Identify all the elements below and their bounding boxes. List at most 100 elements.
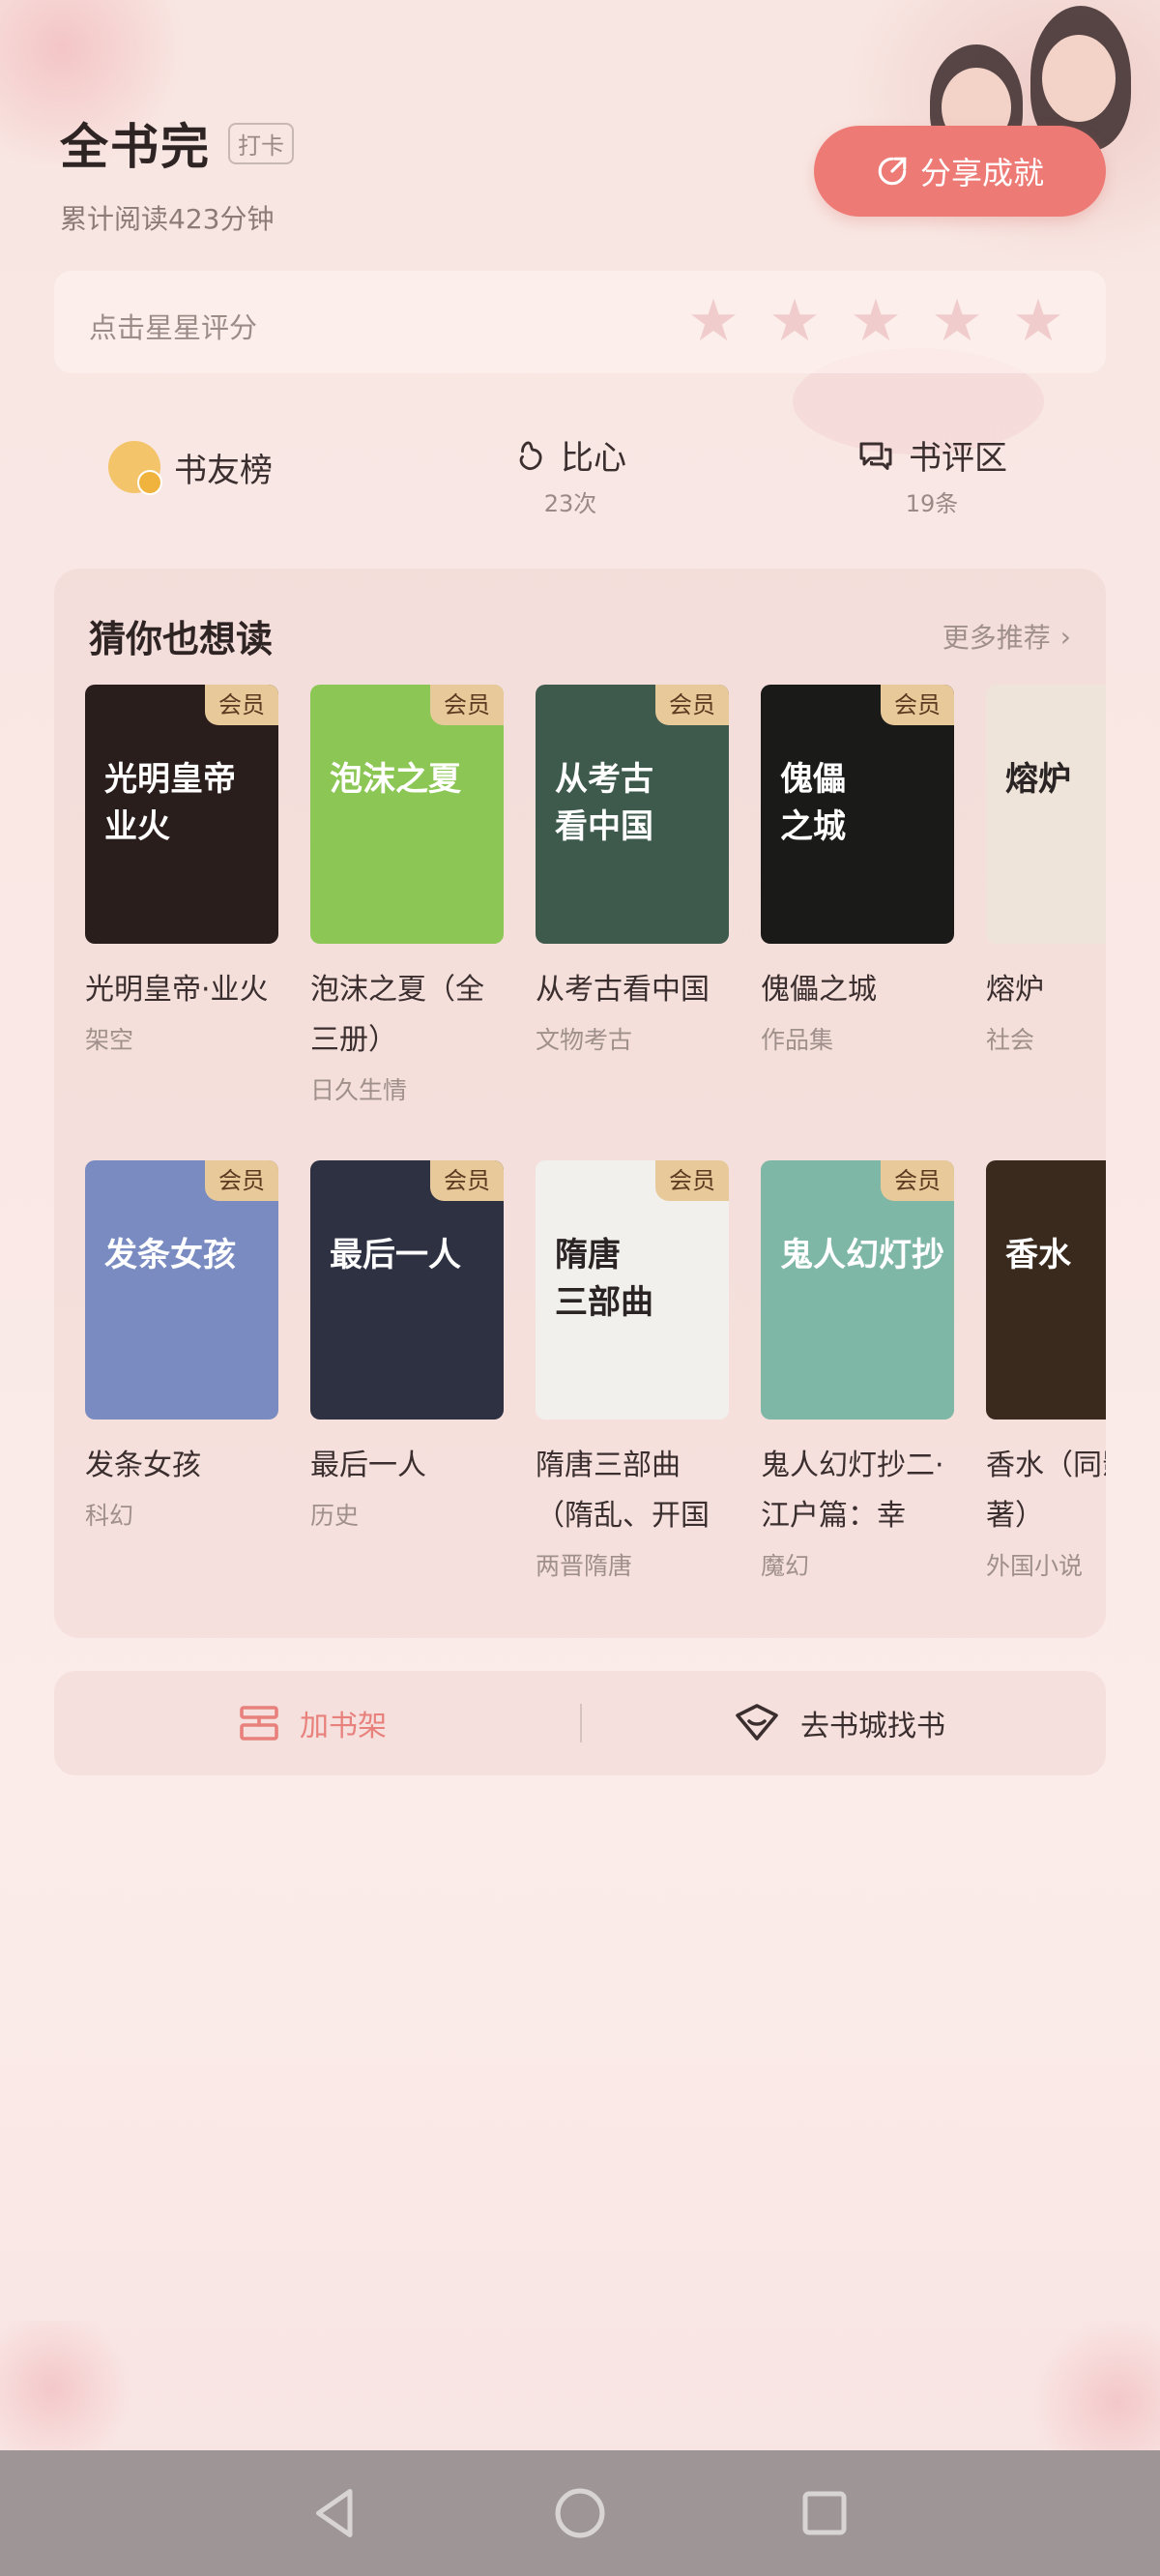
go-to-bookstore-button[interactable]: 去书城找书 [731,1671,945,1775]
member-badge: 会员 [205,685,278,725]
book-cover[interactable]: 隋唐 三部曲 会员 [536,1160,729,1420]
book-category: 两晋隋唐 [536,1552,633,1580]
reviews-label: 书评区 [909,439,1007,478]
book-item[interactable]: 隋唐 三部曲 会员隋唐三部曲（隋乱、开国两晋隋唐 [536,1160,729,1582]
book-cover-title: 光明皇帝 业火 [104,760,236,846]
member-badge: 会员 [430,685,504,725]
member-badge: 会员 [881,685,954,725]
recents-icon[interactable] [796,2484,854,2542]
checkin-badge[interactable]: 打卡 [228,122,294,164]
book-cover[interactable]: 发条女孩 会员 [85,1160,278,1420]
book-category: 文物考古 [536,1026,633,1054]
book-title: 最后一人 [310,1449,426,1482]
star-icon[interactable]: ★ [684,292,742,350]
go-to-bookstore-label: 去书城找书 [800,1710,945,1743]
star-icon[interactable]: ★ [928,292,986,350]
book-title: 发条女孩 [85,1449,201,1482]
system-navigation-bar [0,2450,1160,2576]
book-cover[interactable]: 香水 [986,1160,1106,1420]
member-badge: 会员 [881,1160,954,1201]
likes-label: 比心 [561,439,626,478]
book-item[interactable]: 发条女孩 会员发条女孩科幻 [85,1160,278,1532]
reviews-count: 19条 [905,490,959,517]
share-button-label: 分享成就 [919,155,1044,191]
star-icon[interactable]: ★ [766,292,824,350]
action-divider [580,1704,582,1742]
book-category: 魔幻 [761,1552,810,1580]
reviews-entry[interactable]: 书评区 19条 [856,431,1007,518]
recommendation-card: 猜你也想读 更多推荐 › 光明皇帝 业火 会员 光明皇帝·业火 架空 泡沫之夏 会员 泡沫之… [54,569,1106,1638]
star-icon[interactable]: ★ [1009,292,1067,350]
book-category: 日久生情 [310,1076,408,1104]
comment-icon [859,442,892,470]
book-title: 从考古看中国 [536,973,710,1007]
book-item[interactable]: 光明皇帝 业火 会员光明皇帝·业火架空 [85,685,278,1056]
book-item[interactable]: 从考古 看中国 会员从考古看中国文物考古 [536,685,729,1056]
recommendation-title: 猜你也想读 [89,618,274,660]
member-badge: 会员 [205,1160,278,1201]
book-cover[interactable]: 泡沫之夏 会员 [310,685,504,944]
member-badge: 会员 [655,1160,729,1201]
bottom-action-bar: 加书架 去书城找书 [54,1671,1106,1775]
rating-hint: 点击星星评分 [89,311,258,344]
likes-count: 23次 [543,490,597,517]
back-icon[interactable] [306,2484,364,2542]
book-cover-title: 傀儡 之城 [780,760,846,846]
book-item[interactable]: 最后一人 会员 最后一人 历史 [310,1160,504,1532]
book-title: 香水（同影原著） [986,1449,1106,1533]
book-cover-title: 隋唐 三部曲 [555,1236,653,1322]
friends-rank-label: 书友榜 [174,451,273,490]
home-icon[interactable] [551,2484,609,2542]
book-cover-title: 熔炉 [1005,760,1071,799]
book-cover-title: 从考古 看中国 [555,760,653,846]
friends-rank-avatar-icon [108,441,162,495]
book-title: 隋唐三部曲（隋乱、开国 [536,1449,710,1533]
book-item[interactable]: 香水香水（同影原著） 外国小说 [986,1160,1106,1582]
book-item[interactable]: 泡沫之夏 会员泡沫之夏（全三册） 日久生情 [310,685,504,1106]
bottom-flower-decoration [1025,2321,1160,2456]
chevron-right-icon: › [1059,620,1071,653]
book-item[interactable]: 鬼人幻灯抄 会员鬼人幻灯抄二·江户篇：幸魔幻 [761,1160,954,1582]
book-category: 社会 [986,1026,1035,1054]
header-title-row: 全书完 打卡 [60,108,294,178]
book-category: 科幻 [85,1502,134,1530]
bookshelf-icon [240,1706,278,1741]
more-recommendations-label: 更多推荐 [942,622,1051,654]
book-cover[interactable]: 光明皇帝 业火 会员 [85,685,278,944]
book-cover[interactable]: 熔炉 [986,685,1106,944]
book-cover-title: 泡沫之夏 [330,760,461,799]
book-cover[interactable]: 从考古 看中国 会员 [536,685,729,944]
likes-entry[interactable]: 比心 23次 [514,431,626,518]
add-to-shelf-label: 加书架 [300,1710,387,1743]
book-cover[interactable]: 傀儡 之城 会员 [761,685,954,944]
book-category: 架空 [85,1026,134,1054]
book-title: 光明皇帝·业火 [85,973,269,1007]
rating-bar: 点击星星评分 ★ ★ ★ ★ ★ [54,271,1106,373]
book-category: 作品集 [761,1026,834,1054]
friends-rank-entry[interactable]: 书友榜 [108,441,273,495]
book-cover-title: 最后一人 [330,1236,461,1274]
add-to-shelf-button[interactable]: 加书架 [236,1671,387,1775]
book-item[interactable]: 傀儡 之城 会员傀儡之城作品集 [761,685,954,1056]
book-title: 傀儡之城 [761,973,877,1007]
book-item[interactable]: 熔炉 熔炉 社会 [986,685,1106,1056]
book-cover[interactable]: 最后一人 会员 [310,1160,504,1420]
book-cover-title: 鬼人幻灯抄 [780,1236,944,1274]
share-icon [878,157,907,186]
share-achievement-button[interactable]: 分享成就 [814,126,1106,217]
rating-stars: ★ ★ ★ ★ ★ [684,292,1067,350]
book-cover-title: 发条女孩 [104,1236,236,1274]
more-recommendations-link[interactable]: 更多推荐 › [942,617,1071,656]
star-icon[interactable]: ★ [847,292,905,350]
book-title: 泡沫之夏（全三册） [310,973,484,1057]
book-cover[interactable]: 鬼人幻灯抄 会员 [761,1160,954,1420]
book-cover-title: 香水 [1005,1236,1071,1274]
book-title: 鬼人幻灯抄二·江户篇：幸 [761,1449,944,1533]
bookstore-icon [736,1704,778,1741]
reading-time: 累计阅读423分钟 [60,203,275,235]
book-category: 外国小说 [986,1552,1084,1580]
member-badge: 会员 [655,685,729,725]
book-title: 熔炉 [986,973,1044,1007]
heart-hand-icon [519,441,542,470]
member-badge: 会员 [430,1160,504,1201]
